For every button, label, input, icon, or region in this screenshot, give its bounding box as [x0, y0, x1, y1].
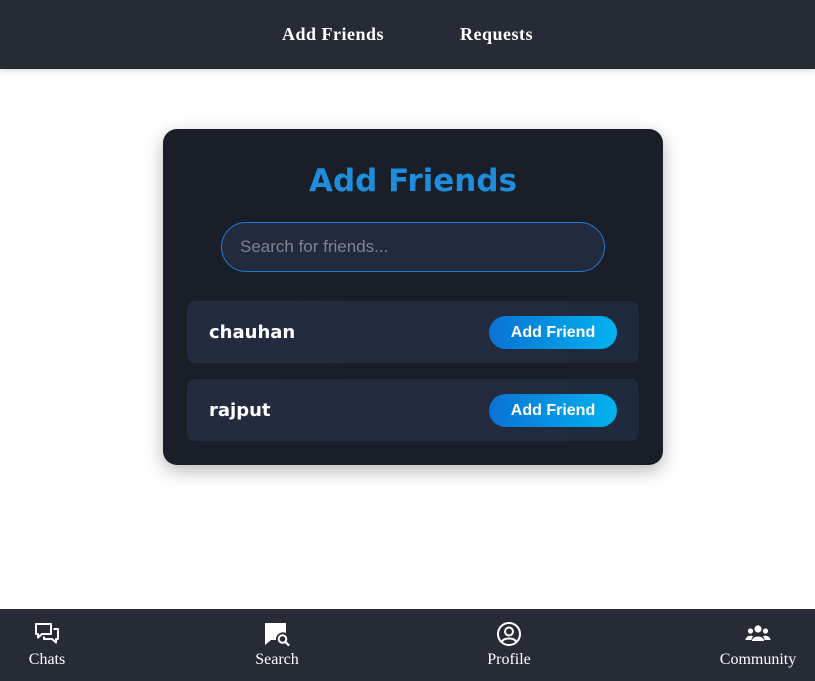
bottom-nav-label: Community — [719, 651, 797, 668]
friend-name: chauhan — [209, 322, 296, 343]
community-icon — [745, 625, 771, 641]
add-friend-button[interactable]: Add Friend — [489, 394, 617, 427]
page-title: Add Friends — [308, 163, 517, 199]
bottom-nav-label: Search — [255, 651, 299, 668]
list-item: rajput Add Friend — [187, 379, 639, 441]
bottom-nav-chats[interactable]: Chats — [0, 609, 107, 681]
friend-name: rajput — [209, 400, 271, 421]
bottom-nav-label: Profile — [487, 651, 531, 668]
chats-icon — [35, 623, 59, 644]
bottom-nav: Chats Search Profile Community — [0, 609, 815, 681]
profile-icon — [497, 622, 521, 646]
bottom-nav-search[interactable]: Search — [217, 609, 337, 681]
tab-add-friends[interactable]: Add Friends — [282, 24, 384, 45]
search-chat-icon — [265, 623, 290, 647]
tab-requests[interactable]: Requests — [460, 24, 533, 45]
bottom-nav-label: Chats — [28, 651, 66, 668]
add-friends-card: Add Friends chauhan Add Friend rajput Ad… — [163, 129, 663, 465]
bottom-nav-community[interactable]: Community — [698, 609, 815, 681]
bottom-nav-profile[interactable]: Profile — [449, 609, 569, 681]
search-input[interactable] — [221, 222, 605, 272]
add-friend-button[interactable]: Add Friend — [489, 316, 617, 349]
top-nav: Add Friends Requests — [0, 0, 815, 69]
list-item: chauhan Add Friend — [187, 301, 639, 363]
